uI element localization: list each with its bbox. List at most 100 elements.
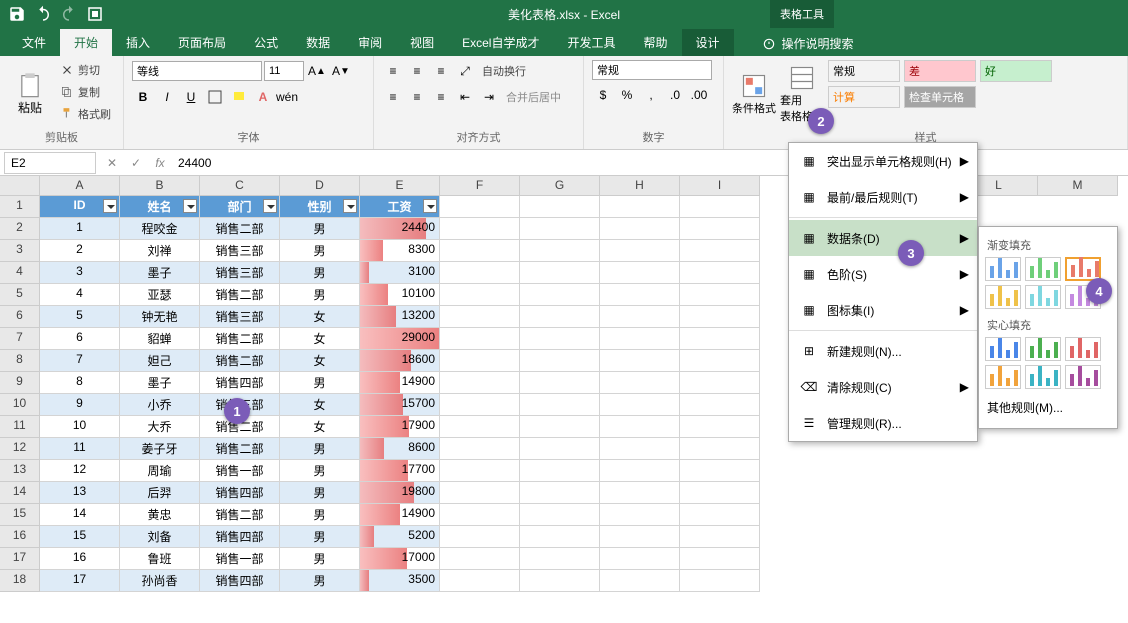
cell[interactable]: 孙尚香 — [120, 570, 200, 592]
tab-home[interactable]: 开始 — [60, 29, 112, 56]
cell[interactable]: 5 — [40, 306, 120, 328]
row-header[interactable]: 13 — [0, 460, 40, 482]
cell[interactable]: 男 — [280, 460, 360, 482]
cell[interactable]: 刘禅 — [120, 240, 200, 262]
row-header[interactable]: 1 — [0, 196, 40, 218]
cell[interactable]: 大乔 — [120, 416, 200, 438]
cell[interactable]: 销售二部 — [200, 350, 280, 372]
row-header[interactable]: 15 — [0, 504, 40, 526]
cell[interactable]: 1 — [40, 218, 120, 240]
menu-icon-sets[interactable]: ▦图标集(I)▶ — [789, 292, 977, 328]
cell-databar[interactable]: 8300 — [360, 240, 440, 262]
cell[interactable]: 墨子 — [120, 262, 200, 284]
cell[interactable]: 14 — [40, 504, 120, 526]
cell[interactable]: 女 — [280, 394, 360, 416]
cell[interactable]: 销售二部 — [200, 328, 280, 350]
cell[interactable]: 销售二部 — [200, 218, 280, 240]
accounting-format-icon[interactable]: $ — [592, 84, 614, 106]
cell[interactable]: 6 — [40, 328, 120, 350]
cell[interactable]: 销售三部 — [200, 306, 280, 328]
cell[interactable]: 女 — [280, 350, 360, 372]
font-size-select[interactable] — [264, 61, 304, 81]
col-header[interactable]: I — [680, 176, 760, 196]
number-format-select[interactable] — [592, 60, 712, 80]
row-header[interactable]: 7 — [0, 328, 40, 350]
row-header[interactable]: 12 — [0, 438, 40, 460]
cell[interactable]: 销售一部 — [200, 548, 280, 570]
cell[interactable]: 后羿 — [120, 482, 200, 504]
tab-layout[interactable]: 页面布局 — [164, 29, 240, 56]
italic-button[interactable]: I — [156, 86, 178, 108]
databar-swatch[interactable] — [1025, 337, 1061, 361]
row-header[interactable]: 16 — [0, 526, 40, 548]
decrease-decimal-icon[interactable]: .00 — [688, 84, 710, 106]
cell-databar[interactable]: 29000 — [360, 328, 440, 350]
cell[interactable]: 销售四部 — [200, 482, 280, 504]
filter-dropdown-icon[interactable] — [263, 199, 277, 213]
cell-databar[interactable]: 3500 — [360, 570, 440, 592]
table-header[interactable]: 部门 — [200, 196, 280, 218]
cell[interactable]: 男 — [280, 262, 360, 284]
select-all-corner[interactable] — [0, 176, 40, 196]
table-header[interactable]: 姓名 — [120, 196, 200, 218]
databar-swatch[interactable] — [1065, 365, 1101, 389]
comma-format-icon[interactable]: , — [640, 84, 662, 106]
tab-view[interactable]: 视图 — [396, 29, 448, 56]
cell[interactable]: 男 — [280, 482, 360, 504]
row-header[interactable]: 4 — [0, 262, 40, 284]
cell-databar[interactable]: 18600 — [360, 350, 440, 372]
cell-style-calc[interactable]: 计算 — [828, 86, 900, 108]
font-color-button[interactable]: A — [252, 86, 274, 108]
col-header[interactable]: H — [600, 176, 680, 196]
cell[interactable]: 销售二部 — [200, 284, 280, 306]
cell-databar[interactable]: 17900 — [360, 416, 440, 438]
cell[interactable]: 销售四部 — [200, 570, 280, 592]
undo-icon[interactable] — [34, 5, 52, 23]
cell[interactable]: 男 — [280, 284, 360, 306]
row-header[interactable]: 8 — [0, 350, 40, 372]
tab-file[interactable]: 文件 — [8, 29, 60, 56]
increase-font-icon[interactable]: A▲ — [306, 60, 328, 82]
bold-button[interactable]: B — [132, 86, 154, 108]
fx-icon[interactable]: fx — [148, 156, 172, 170]
filter-dropdown-icon[interactable] — [343, 199, 357, 213]
cell[interactable]: 11 — [40, 438, 120, 460]
decrease-font-icon[interactable]: A▼ — [330, 60, 352, 82]
menu-data-bars[interactable]: ▦数据条(D)▶ — [789, 220, 977, 256]
cell[interactable]: 黄忠 — [120, 504, 200, 526]
align-right-icon[interactable]: ≡ — [430, 86, 452, 108]
table-header[interactable]: 工资 — [360, 196, 440, 218]
cell[interactable]: 男 — [280, 570, 360, 592]
cell[interactable]: 16 — [40, 548, 120, 570]
cell[interactable]: 12 — [40, 460, 120, 482]
tab-help[interactable]: 帮助 — [630, 29, 682, 56]
cell-databar[interactable]: 3100 — [360, 262, 440, 284]
cell[interactable]: 女 — [280, 416, 360, 438]
cell[interactable]: 男 — [280, 504, 360, 526]
increase-decimal-icon[interactable]: .0 — [664, 84, 686, 106]
row-header[interactable]: 18 — [0, 570, 40, 592]
table-header[interactable]: ID — [40, 196, 120, 218]
indent-inc-icon[interactable]: ⇥ — [478, 86, 500, 108]
conditional-formatting-button[interactable]: 条件格式 — [732, 60, 776, 127]
percent-format-icon[interactable]: % — [616, 84, 638, 106]
menu-new-rule[interactable]: ⊞新建规则(N)... — [789, 333, 977, 369]
cell[interactable]: 8 — [40, 372, 120, 394]
border-button[interactable] — [204, 86, 226, 108]
cell[interactable]: 男 — [280, 218, 360, 240]
cell[interactable]: 墨子 — [120, 372, 200, 394]
customize-icon[interactable] — [86, 5, 104, 23]
cell-style-good[interactable]: 好 — [980, 60, 1052, 82]
tab-custom[interactable]: Excel自学成才 — [448, 29, 553, 56]
cell[interactable]: 男 — [280, 526, 360, 548]
orientation-icon[interactable]: ⤢ — [454, 60, 476, 82]
tab-insert[interactable]: 插入 — [112, 29, 164, 56]
cell[interactable]: 小乔 — [120, 394, 200, 416]
col-header[interactable]: B — [120, 176, 200, 196]
name-box[interactable] — [4, 152, 96, 174]
cell[interactable]: 销售四部 — [200, 372, 280, 394]
cell[interactable]: 刘备 — [120, 526, 200, 548]
col-header[interactable]: A — [40, 176, 120, 196]
tab-developer[interactable]: 开发工具 — [553, 29, 629, 56]
cell[interactable]: 销售三部 — [200, 240, 280, 262]
